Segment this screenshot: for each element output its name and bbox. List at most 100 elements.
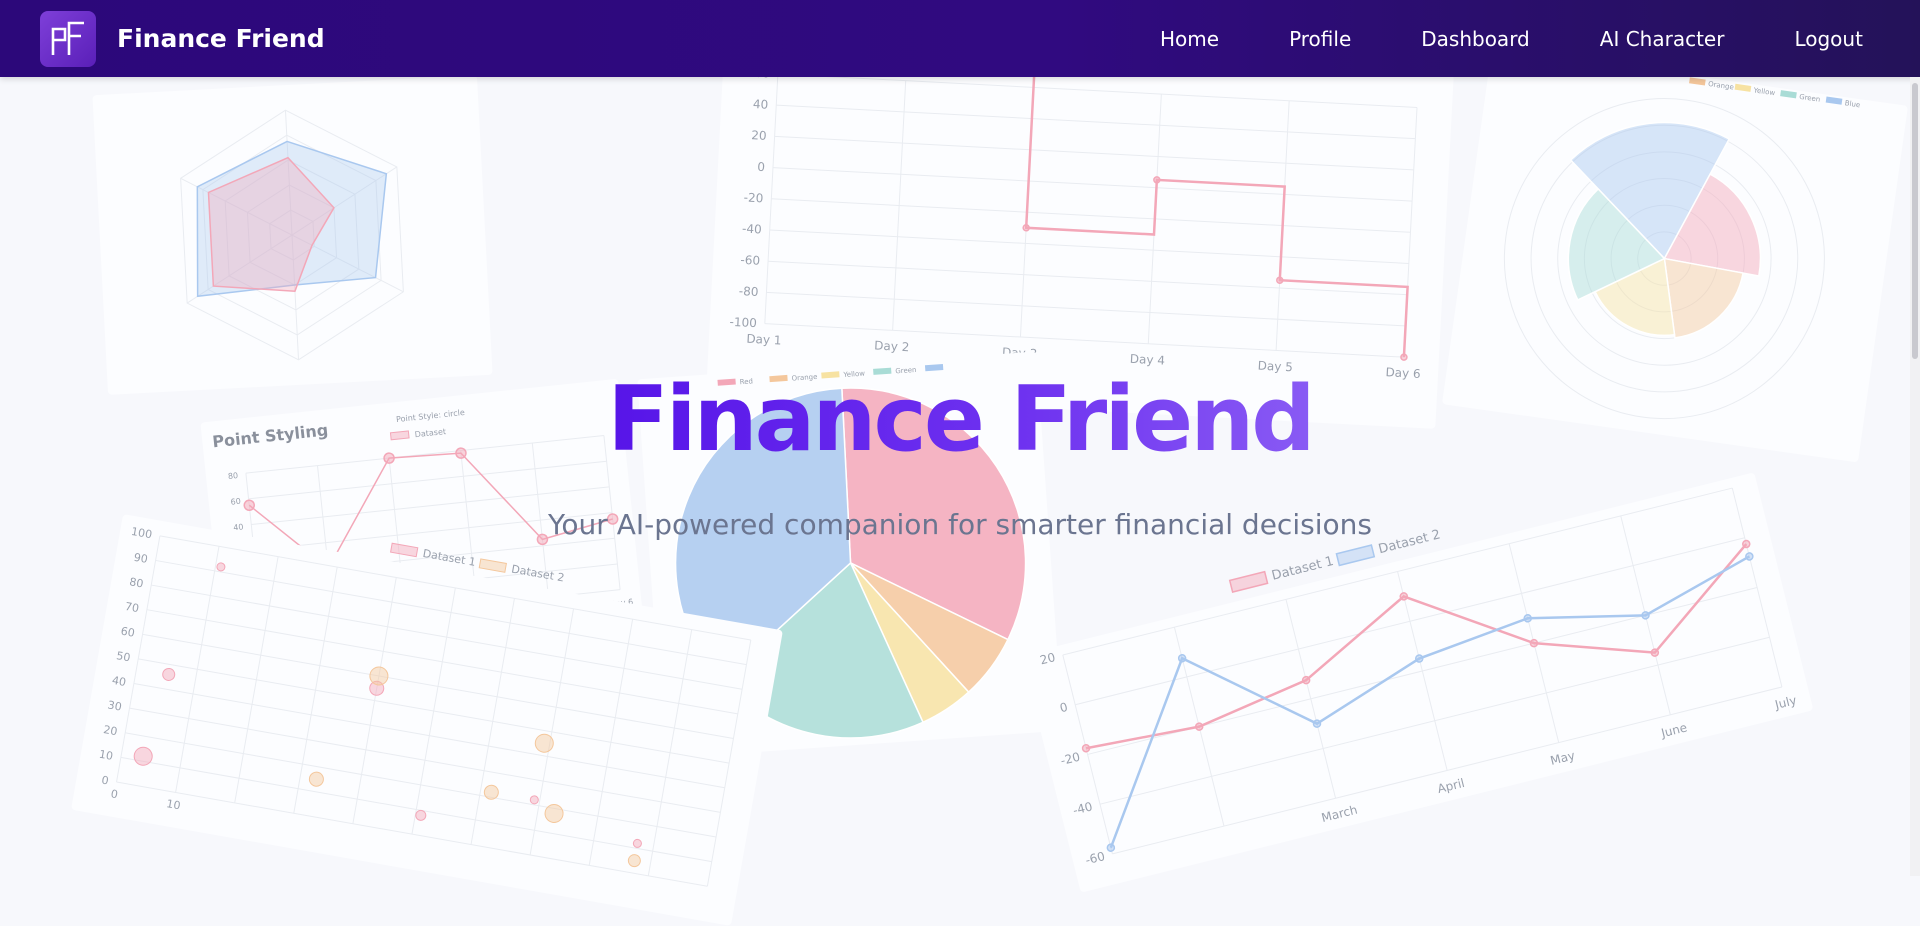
grid-line xyxy=(774,135,1414,171)
legend-label: Blue xyxy=(1844,99,1860,109)
data-point xyxy=(1745,552,1754,561)
data-point xyxy=(1153,176,1161,184)
radar-chart-card xyxy=(92,75,493,395)
y-tick-label: 40 xyxy=(753,97,769,112)
hero-section: Finance Friend Your AI-powered companion… xyxy=(0,370,1920,542)
grid-line xyxy=(764,323,1404,358)
y-tick-label: 40 xyxy=(111,674,127,689)
top-navbar: Finance Friend Home Profile Dashboard AI… xyxy=(0,0,1920,77)
legend-swatch xyxy=(1228,570,1269,593)
brand-name: Finance Friend xyxy=(117,24,325,53)
y-tick-label: 80 xyxy=(128,575,144,590)
data-point xyxy=(1106,843,1116,852)
brand[interactable]: Finance Friend xyxy=(40,10,325,67)
x-tick-label: May xyxy=(1549,748,1576,768)
y-tick-label: 30 xyxy=(107,698,123,713)
data-point xyxy=(1641,611,1650,620)
y-tick-label: 20 xyxy=(102,723,118,738)
grid-line xyxy=(352,577,397,824)
hero-subtitle: Your AI-powered companion for smarter fi… xyxy=(548,508,1372,541)
x-tick-label: April xyxy=(1436,776,1466,796)
data-point xyxy=(1650,648,1660,657)
nav-links: Home Profile Dashboard AI Character Logo… xyxy=(1160,0,1863,77)
y-tick-label: 90 xyxy=(133,551,149,566)
nav-dashboard-link[interactable]: Dashboard xyxy=(1421,27,1530,51)
nav-home-link[interactable]: Home xyxy=(1160,27,1219,51)
y-tick-label: -80 xyxy=(738,284,758,299)
data-point xyxy=(1177,653,1187,663)
grid-line xyxy=(768,260,1408,296)
legend-swatch xyxy=(1335,544,1376,567)
grid-line xyxy=(776,104,1416,140)
bubble-point xyxy=(544,803,564,823)
radar-chart xyxy=(180,109,404,361)
grid-line xyxy=(769,229,1409,265)
x-tick-label: March xyxy=(1320,803,1359,825)
legend-label: Green xyxy=(1799,93,1821,104)
grid-line xyxy=(777,73,1418,108)
data-point xyxy=(1415,654,1424,663)
bubble-point xyxy=(308,771,324,787)
legend-label: Yellow xyxy=(1752,86,1776,97)
y-tick-label: 50 xyxy=(115,649,131,664)
data-point xyxy=(1523,614,1532,623)
bubble-point xyxy=(162,667,176,681)
data-point xyxy=(1742,539,1751,549)
grid-line xyxy=(175,546,220,793)
x-tick-label: 0 xyxy=(110,787,119,801)
x-tick-label: July xyxy=(1773,693,1798,712)
grid-line xyxy=(1285,599,1337,799)
grid-line xyxy=(411,587,456,835)
bubble-point xyxy=(216,562,226,572)
data-point xyxy=(1400,353,1408,361)
x-tick-label: Day 1 xyxy=(746,332,782,348)
x-tick-label: 10 xyxy=(165,797,181,812)
legend-label: Orange xyxy=(1708,80,1735,92)
y-tick-label: 0 xyxy=(757,160,765,174)
data-point xyxy=(1276,276,1284,284)
y-tick-label: -60 xyxy=(1084,849,1106,867)
scrollbar-thumb[interactable] xyxy=(1912,83,1918,359)
y-tick-label: -40 xyxy=(742,222,762,237)
hero-title: Finance Friend xyxy=(597,370,1322,470)
data-point xyxy=(1081,743,1091,753)
page-scrollbar[interactable] xyxy=(1910,77,1920,876)
y-tick-label: -40 xyxy=(1072,799,1094,817)
legend-label: Dataset 1 xyxy=(1270,554,1335,584)
y-tick-label: -60 xyxy=(740,253,760,268)
y-tick-label: -20 xyxy=(743,190,763,205)
grid-line xyxy=(771,198,1411,233)
data-point xyxy=(1194,722,1204,731)
x-tick-label: Day 4 xyxy=(1130,352,1166,368)
data-point xyxy=(1022,224,1030,232)
y-tick-label: -100 xyxy=(729,315,757,330)
grid-line xyxy=(1397,571,1448,771)
x-tick-label: Day 2 xyxy=(874,338,910,354)
y-tick-label: 0 xyxy=(1058,700,1069,715)
legend-swatch xyxy=(1734,83,1752,92)
grid-line xyxy=(772,167,1413,202)
y-tick-label: 10 xyxy=(98,748,114,763)
y-tick-label: 60 xyxy=(120,625,136,640)
data-point xyxy=(1301,675,1311,685)
nav-ai-character-link[interactable]: AI Character xyxy=(1600,27,1725,51)
data-point xyxy=(1312,719,1322,728)
legend-swatch xyxy=(1780,90,1797,99)
nav-profile-link[interactable]: Profile xyxy=(1289,27,1351,51)
pf-monogram-icon xyxy=(40,10,96,67)
data-point xyxy=(1529,638,1539,648)
y-tick-label: 0 xyxy=(101,774,110,788)
legend-swatch xyxy=(1825,96,1843,105)
grid-line xyxy=(588,619,634,866)
nav-logout-link[interactable]: Logout xyxy=(1794,27,1862,51)
x-tick-label: June xyxy=(1659,720,1689,740)
legend-swatch xyxy=(1689,77,1706,86)
grid-line xyxy=(1112,686,1783,855)
bubble-point xyxy=(632,838,642,848)
grid-line xyxy=(766,291,1406,327)
grid-line xyxy=(470,598,515,845)
bubble-point xyxy=(529,795,539,805)
y-tick-label: 70 xyxy=(124,600,140,615)
y-tick-label: -20 xyxy=(1059,750,1081,768)
bubble-point xyxy=(133,746,153,766)
